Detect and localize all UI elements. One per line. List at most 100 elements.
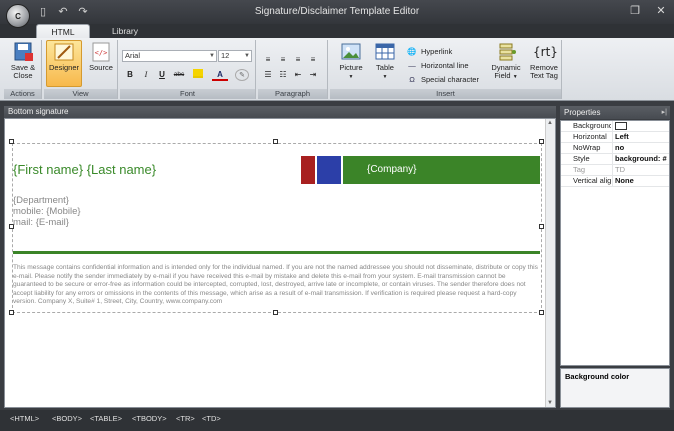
horizontal-line-label: Horizontal line xyxy=(421,61,469,70)
view-group: Designer </> Source View xyxy=(44,40,118,99)
chevron-down-icon: ▼ xyxy=(512,74,518,80)
source-label: Source xyxy=(89,63,113,72)
remove-text-tag-icon: {rt} xyxy=(533,45,558,59)
resize-handle[interactable] xyxy=(273,310,278,315)
svg-text:</>: </> xyxy=(95,49,108,57)
paragraph-group: ≡ ≡ ≡ ≡ ☰ ☷ ⇤ ⇥ Paragraph xyxy=(258,40,328,99)
numbered-list-icon[interactable]: ☷ xyxy=(277,69,289,81)
horizontal-line-button[interactable]: — Horizontal line xyxy=(406,60,469,72)
ribbon: Save & Close Actions Designer </> Source… xyxy=(0,38,674,101)
property-row[interactable]: Vertical alig None xyxy=(561,176,669,187)
scroll-up-icon[interactable]: ▲ xyxy=(547,120,553,126)
save-close-button[interactable]: Save & Close xyxy=(5,41,41,88)
picture-icon xyxy=(341,43,361,60)
properties-grid: Background Horizontal Left NoWrap no Style… xyxy=(560,120,670,366)
remove-text-tag-button[interactable]: {rt} Remove Text Tag xyxy=(526,41,562,88)
picture-label: Picture xyxy=(339,63,363,72)
scroll-down-icon[interactable]: ▼ xyxy=(547,400,553,406)
tab-library[interactable]: Library xyxy=(100,24,150,39)
crumb-body[interactable]: <BODY> xyxy=(52,414,82,423)
crumb-tr[interactable]: <TR> xyxy=(176,414,195,423)
bullet-list-icon[interactable]: ☰ xyxy=(262,69,274,81)
table-button[interactable]: Table ▼ xyxy=(368,41,402,88)
designer-icon xyxy=(54,43,74,61)
blue-color-block[interactable] xyxy=(317,156,341,184)
color-swatch xyxy=(615,122,627,131)
special-character-label: Special character xyxy=(421,75,479,84)
properties-header: Properties ▸| xyxy=(560,106,670,119)
font-family-select[interactable]: Arial ▼ xyxy=(122,50,217,62)
outdent-icon[interactable]: ⇤ xyxy=(292,69,304,81)
property-row[interactable]: Tag TD xyxy=(561,165,669,176)
contact-block[interactable]: {Department} mobile: {Mobile} mail: {E-m… xyxy=(13,195,81,228)
disclaimer-text[interactable]: This message contains confidential infor… xyxy=(13,264,540,307)
font-size-value: 12 xyxy=(221,51,230,60)
justify-icon[interactable]: ≡ xyxy=(307,54,319,66)
special-character-icon: Ω xyxy=(409,75,415,84)
editor-header: Bottom signature xyxy=(4,106,556,118)
crumb-html[interactable]: <HTML> xyxy=(10,414,39,423)
green-divider xyxy=(13,251,540,254)
italic-button[interactable]: I xyxy=(140,69,152,81)
clear-format-icon[interactable]: ✎ xyxy=(235,69,249,81)
resize-handle[interactable] xyxy=(9,139,14,144)
app-menu-button[interactable]: C xyxy=(6,4,30,28)
ribbon-tabs: HTML Library xyxy=(0,24,674,39)
table-icon xyxy=(375,43,395,60)
resize-handle[interactable] xyxy=(539,224,544,229)
indent-icon[interactable]: ⇥ xyxy=(307,69,319,81)
remove-text-tag-label: Remove Text Tag xyxy=(530,63,558,80)
dynamic-field-button[interactable]: Dynamic Field ▼ xyxy=(488,41,524,88)
highlight-color-button[interactable] xyxy=(190,69,206,81)
crumb-tbody[interactable]: <TBODY> xyxy=(132,414,167,423)
name-row[interactable]: {First name} {Last name} {Company} xyxy=(13,156,540,184)
actions-group: Save & Close Actions xyxy=(4,40,42,99)
chevron-down-icon: ▼ xyxy=(382,74,388,80)
font-family-value: Arial xyxy=(125,51,141,60)
align-center-icon[interactable]: ≡ xyxy=(277,54,289,66)
font-color-button[interactable]: A xyxy=(212,69,228,81)
vertical-scrollbar[interactable]: ▲ ▼ xyxy=(545,119,555,407)
crumb-table[interactable]: <TABLE> xyxy=(90,414,122,423)
picture-button[interactable]: Picture ▼ xyxy=(334,41,368,88)
signature-editor[interactable]: {First name} {Last name} {Company} {Depa… xyxy=(4,118,556,408)
company-cell[interactable]: {Company} xyxy=(343,156,540,184)
red-color-block[interactable] xyxy=(301,156,315,184)
property-row[interactable]: Horizontal Left xyxy=(561,132,669,143)
window-title: Signature/Disclaimer Template Editor xyxy=(254,6,420,17)
window-controls: ❐ ✕ xyxy=(628,4,668,18)
hyperlink-label: Hyperlink xyxy=(421,47,453,56)
restore-icon[interactable]: ❐ xyxy=(628,4,642,18)
hyperlink-button[interactable]: 🌐 Hyperlink xyxy=(406,46,452,58)
underline-button[interactable]: U xyxy=(156,69,168,81)
resize-handle[interactable] xyxy=(539,310,544,315)
resize-handle[interactable] xyxy=(539,139,544,144)
pin-icon[interactable]: ▸| xyxy=(662,106,667,119)
property-row[interactable]: NoWrap no xyxy=(561,143,669,154)
align-left-icon[interactable]: ≡ xyxy=(262,54,274,66)
save-close-label: Save & Close xyxy=(10,63,36,80)
tab-html[interactable]: HTML xyxy=(36,24,90,39)
font-size-select[interactable]: 12 ▼ xyxy=(218,50,252,62)
resize-handle[interactable] xyxy=(273,139,278,144)
view-group-label: View xyxy=(44,89,117,99)
resize-handle[interactable] xyxy=(9,310,14,315)
designer-button[interactable]: Designer xyxy=(46,40,82,87)
font-group-label: Font xyxy=(120,89,255,99)
insert-group-label: Insert xyxy=(330,89,561,99)
actions-group-label: Actions xyxy=(4,89,41,99)
special-character-button[interactable]: Ω Special character xyxy=(406,74,479,86)
align-right-icon[interactable]: ≡ xyxy=(292,54,304,66)
crumb-td[interactable]: <TD> xyxy=(202,414,221,423)
name-field[interactable]: {First name} {Last name} xyxy=(13,162,156,177)
strikethrough-button[interactable]: abc xyxy=(171,69,187,81)
close-icon[interactable]: ✕ xyxy=(654,4,668,18)
dynamic-field-icon xyxy=(499,43,516,61)
mobile-field: mobile: {Mobile} xyxy=(13,206,81,217)
property-row[interactable]: Background xyxy=(561,121,669,132)
company-field: {Company} xyxy=(367,164,417,175)
insert-group: Picture ▼ Table ▼ 🌐 Hyperlink — Horizontal l… xyxy=(330,40,562,99)
property-row[interactable]: Style background: # xyxy=(561,154,669,165)
bold-button[interactable]: B xyxy=(124,69,136,81)
source-button[interactable]: </> Source xyxy=(83,41,119,88)
